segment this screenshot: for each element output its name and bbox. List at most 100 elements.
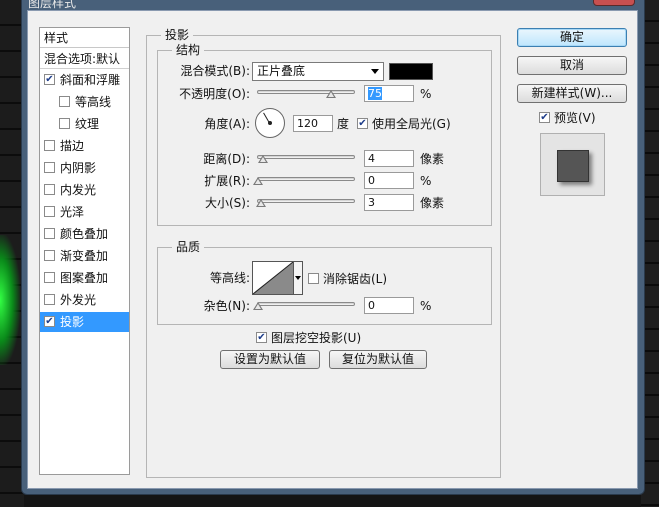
global-light-checkbox[interactable]: ✔	[357, 118, 368, 129]
size-slider-track[interactable]	[257, 199, 355, 203]
anti-alias-label: 消除锯齿(L)	[323, 272, 388, 286]
style-item-label: 纹理	[75, 117, 100, 131]
chevron-down-icon	[371, 69, 379, 74]
spread-label: 扩展(R):	[204, 174, 250, 188]
cancel-button[interactable]: 取消	[517, 56, 627, 75]
style-item-label: 斜面和浮雕	[60, 73, 121, 87]
style-item[interactable]: 等高线	[40, 92, 129, 112]
noise-label: 杂色(N):	[203, 299, 250, 313]
style-item[interactable]: 光泽	[40, 202, 129, 222]
drop-shadow-title: 投影	[161, 28, 194, 42]
size-slider-thumb[interactable]	[256, 199, 266, 207]
style-item[interactable]: 外发光	[40, 290, 129, 310]
structure-group: 结构 混合模式(B): 正片叠底 不透明度(O): 75 % 角度(A): 12…	[157, 43, 492, 226]
style-item-checkbox[interactable]	[44, 162, 55, 173]
style-item-label: 内发光	[60, 183, 97, 197]
knockout-checkbox[interactable]: ✔	[256, 332, 267, 343]
styles-list: 样式 混合选项:默认 ✔ 斜面和浮雕等高线纹理描边内阴影内发光光泽颜色叠加渐变叠加…	[39, 27, 130, 475]
preview-checkbox[interactable]: ✔	[539, 112, 550, 123]
style-item-label: 投影	[60, 315, 85, 329]
distance-label: 距离(D):	[203, 152, 250, 166]
opacity-slider-thumb[interactable]	[325, 90, 336, 98]
angle-input[interactable]: 120	[293, 115, 333, 132]
dialog-client: 样式 混合选项:默认 ✔ 斜面和浮雕等高线纹理描边内阴影内发光光泽颜色叠加渐变叠加…	[27, 10, 638, 489]
style-item-checkbox[interactable]	[44, 272, 55, 283]
canvas-glow-artwork	[0, 235, 20, 365]
style-item[interactable]: ✔ 斜面和浮雕	[40, 70, 129, 90]
knockout-label: 图层挖空投影(U)	[271, 331, 362, 345]
blend-mode-select[interactable]: 正片叠底	[252, 62, 384, 81]
angle-unit: 度	[337, 117, 350, 131]
style-item-label: 外发光	[60, 293, 97, 307]
style-item-label: 图案叠加	[60, 271, 109, 285]
size-label: 大小(S):	[204, 196, 250, 210]
preview-thumbnail	[557, 150, 589, 182]
distance-slider-thumb[interactable]	[258, 155, 268, 163]
global-light-label: 使用全局光(G)	[372, 117, 451, 131]
style-item[interactable]: 渐变叠加	[40, 246, 129, 266]
style-item[interactable]: 纹理	[40, 114, 129, 134]
style-item[interactable]: ✔ 投影	[40, 312, 129, 332]
opacity-label: 不透明度(O):	[179, 87, 250, 101]
spread-input[interactable]: 0	[364, 172, 414, 189]
opacity-slider-track[interactable]	[257, 90, 355, 94]
noise-unit: %	[420, 299, 432, 313]
style-item[interactable]: 内阴影	[40, 158, 129, 178]
angle-label: 角度(A):	[204, 117, 250, 131]
preview-label: 预览(V)	[554, 111, 596, 125]
style-item[interactable]: 描边	[40, 136, 129, 156]
style-item[interactable]: 内发光	[40, 180, 129, 200]
style-item-checkbox[interactable]	[44, 206, 55, 217]
layer-style-dialog: 图层样式 样式 混合选项:默认 ✔ 斜面和浮雕 等高线 纹理 描边 内阴影 内发光 光泽 颜色叠…	[21, 0, 645, 495]
noise-slider-thumb[interactable]	[253, 302, 263, 310]
size-input[interactable]: 3	[364, 194, 414, 211]
style-item-checkbox[interactable]	[44, 140, 55, 151]
style-item-label: 光泽	[60, 205, 85, 219]
style-item-label: 内阴影	[60, 161, 97, 175]
noise-slider-track[interactable]	[257, 302, 355, 306]
distance-input[interactable]: 4	[364, 150, 414, 167]
style-item-label: 等高线	[75, 95, 112, 109]
style-item-checkbox[interactable]	[59, 118, 70, 129]
style-item-checkbox[interactable]	[44, 228, 55, 239]
spread-slider-thumb[interactable]	[253, 177, 263, 185]
style-item[interactable]: 图案叠加	[40, 268, 129, 288]
style-item-checkbox[interactable]	[59, 96, 70, 107]
style-item-checkbox[interactable]: ✔	[44, 316, 55, 327]
style-item-label: 描边	[60, 139, 85, 153]
distance-unit: 像素	[420, 152, 445, 166]
style-item-checkbox[interactable]	[44, 294, 55, 305]
style-preview	[540, 133, 605, 196]
ok-button[interactable]: 确定	[517, 28, 627, 47]
contour-preview[interactable]	[252, 261, 294, 295]
style-item-checkbox[interactable]: ✔	[44, 74, 55, 85]
style-item-checkbox[interactable]	[44, 250, 55, 261]
opacity-unit: %	[420, 87, 432, 101]
noise-input[interactable]: 0	[364, 297, 414, 314]
styles-list-header[interactable]: 样式	[40, 28, 129, 48]
close-button[interactable]	[593, 0, 635, 6]
new-style-button[interactable]: 新建样式(W)...	[517, 84, 627, 103]
spread-unit: %	[420, 174, 432, 188]
blend-mode-label: 混合模式(B):	[180, 64, 250, 78]
drop-shadow-panel: 投影 结构 混合模式(B): 正片叠底 不透明度(O): 75 % 角度(A):	[146, 28, 501, 478]
quality-group: 品质 等高线: 消除锯齿(L) 杂色(N): 0 %	[157, 240, 492, 325]
shadow-color-swatch[interactable]	[389, 63, 433, 80]
style-item[interactable]: 颜色叠加	[40, 224, 129, 244]
spread-slider-track[interactable]	[257, 177, 355, 181]
make-default-button[interactable]: 设置为默认值	[220, 350, 320, 369]
blend-options-item[interactable]: 混合选项:默认	[40, 49, 129, 69]
reset-default-button[interactable]: 复位为默认值	[329, 350, 427, 369]
opacity-value: 75	[368, 87, 382, 100]
distance-slider-track[interactable]	[257, 155, 355, 159]
angle-center-dot	[268, 121, 272, 125]
style-item-label: 渐变叠加	[60, 249, 109, 263]
style-item-checkbox[interactable]	[44, 184, 55, 195]
angle-dial[interactable]	[255, 108, 285, 138]
blend-mode-value: 正片叠底	[257, 64, 306, 78]
contour-dropdown[interactable]	[294, 261, 303, 295]
style-item-label: 颜色叠加	[60, 227, 109, 241]
opacity-input[interactable]: 75	[364, 85, 414, 102]
anti-alias-checkbox[interactable]	[308, 273, 319, 284]
contour-curve-icon	[253, 262, 293, 294]
